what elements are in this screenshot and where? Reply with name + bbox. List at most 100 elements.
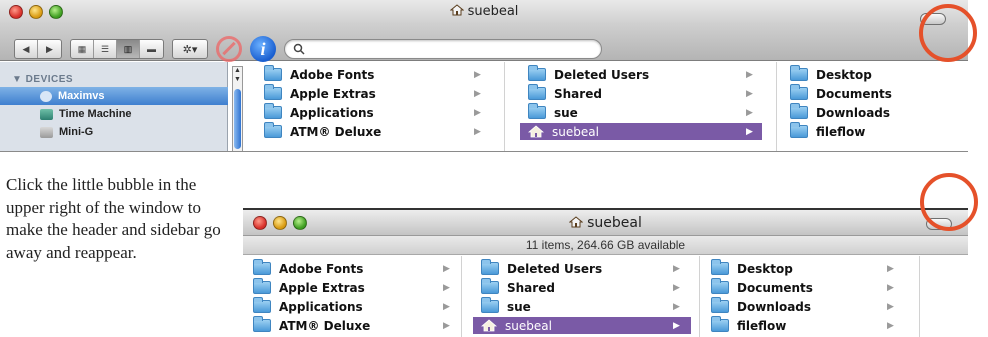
- title-bar: suebeal ◀ ▶ ▦ ☰ ▥ ▬ ✲▾ i: [0, 0, 968, 62]
- toolbar: ◀ ▶ ▦ ☰ ▥ ▬ ✲▾ i: [14, 36, 602, 62]
- item-label: Documents: [737, 280, 813, 295]
- column-divider[interactable]: [504, 62, 505, 151]
- item-label: Documents: [816, 86, 892, 101]
- forward-button[interactable]: ▶: [38, 40, 61, 58]
- sidebar-item-label: Time Machine: [59, 108, 132, 120]
- item-label: Adobe Fonts: [279, 261, 364, 276]
- item-label: fileflow: [816, 124, 866, 139]
- list-item[interactable]: Apple Extras ▶: [253, 278, 453, 296]
- disclosure-arrow-icon: ▶: [474, 107, 481, 118]
- list-item[interactable]: sue ▶: [520, 103, 762, 121]
- scroll-down-icon[interactable]: ▼: [234, 76, 241, 83]
- disclosure-arrow-icon: ▶: [746, 69, 753, 80]
- list-item[interactable]: Adobe Fonts ▶: [264, 65, 492, 83]
- disclosure-arrow-icon: ▶: [887, 263, 894, 274]
- window-title: suebeal: [0, 4, 968, 19]
- list-item[interactable]: Deleted Users ▶: [473, 259, 691, 277]
- folder-icon: [711, 278, 729, 294]
- folder-icon: [528, 65, 546, 81]
- sidebar-scrollbar[interactable]: ▲ ▼: [232, 66, 243, 151]
- disclosure-arrow-icon: ▶: [443, 301, 450, 312]
- search-icon: [293, 43, 305, 55]
- no-entry-icon[interactable]: [216, 36, 242, 62]
- search-field[interactable]: [284, 39, 602, 59]
- window-title-text: suebeal: [587, 215, 642, 231]
- computer-icon: [40, 126, 53, 138]
- list-item[interactable]: fileflow ▶: [711, 316, 901, 334]
- back-forward-control: ◀ ▶: [14, 39, 62, 59]
- list-item[interactable]: ATM® Deluxe ▶: [253, 316, 453, 334]
- item-label: Desktop: [816, 67, 872, 82]
- list-item-selected[interactable]: suebeal ▶: [520, 123, 762, 140]
- sidebar: ▼ DEVICES Maximvs Time Machine Mini-G: [0, 62, 228, 151]
- folder-icon: [528, 84, 546, 100]
- item-label: Apple Extras: [290, 86, 376, 101]
- list-item[interactable]: fileflow: [790, 122, 866, 140]
- back-button[interactable]: ◀: [15, 40, 38, 58]
- finder-window-with-toolbar: suebeal ◀ ▶ ▦ ☰ ▥ ▬ ✲▾ i ▼ DEVICES Maxim…: [0, 0, 968, 152]
- disclosure-arrow-icon: ▶: [746, 88, 753, 99]
- list-item[interactable]: Documents: [790, 84, 892, 102]
- home-icon: [569, 216, 584, 228]
- column-view-button[interactable]: ▥: [117, 40, 140, 58]
- action-menu-button[interactable]: ✲▾: [172, 39, 208, 59]
- list-item[interactable]: sue ▶: [473, 297, 691, 315]
- sidebar-item-maximvs[interactable]: Maximvs: [0, 87, 228, 105]
- sidebar-header-devices: ▼ DEVICES: [12, 74, 74, 85]
- item-label: Apple Extras: [279, 280, 365, 295]
- list-item[interactable]: Applications ▶: [264, 103, 492, 121]
- folder-icon: [790, 122, 808, 138]
- disclosure-arrow-icon: ▶: [673, 263, 680, 274]
- column-divider[interactable]: [699, 256, 700, 337]
- instruction-caption: Click the little bubble in the upper rig…: [6, 175, 221, 262]
- item-label: Applications: [279, 299, 363, 314]
- folder-icon: [711, 259, 729, 275]
- list-item[interactable]: Applications ▶: [253, 297, 453, 315]
- cover-flow-button[interactable]: ▬: [140, 40, 163, 58]
- folder-icon: [790, 65, 808, 81]
- column-divider[interactable]: [461, 256, 462, 337]
- sidebar-item-label: Maximvs: [58, 90, 105, 102]
- item-label: suebeal: [505, 318, 552, 333]
- info-button[interactable]: i: [250, 36, 276, 62]
- sidebar-item-time-machine[interactable]: Time Machine: [0, 105, 228, 123]
- item-label: Desktop: [737, 261, 793, 276]
- scroll-up-icon[interactable]: ▲: [234, 67, 241, 74]
- highlight-circle: [919, 4, 977, 62]
- item-label: Deleted Users: [507, 261, 603, 276]
- list-item[interactable]: Documents ▶: [711, 278, 901, 296]
- list-item[interactable]: Shared ▶: [520, 84, 762, 102]
- list-item[interactable]: Desktop: [790, 65, 872, 83]
- sidebar-item-mini-g[interactable]: Mini-G: [0, 123, 228, 141]
- item-label: sue: [507, 299, 531, 314]
- item-label: sue: [554, 105, 578, 120]
- list-item[interactable]: Deleted Users ▶: [520, 65, 762, 83]
- list-item[interactable]: Apple Extras ▶: [264, 84, 492, 102]
- disclosure-arrow-icon: ▶: [443, 320, 450, 331]
- disclosure-arrow-icon: ▶: [474, 126, 481, 137]
- list-item[interactable]: ATM® Deluxe ▶: [264, 122, 492, 140]
- scroll-thumb[interactable]: [234, 89, 241, 149]
- item-label: Deleted Users: [554, 67, 650, 82]
- home-icon: [528, 125, 544, 138]
- sidebar-item-label: Mini-G: [59, 126, 94, 138]
- item-label: suebeal: [552, 124, 599, 139]
- item-label: ATM® Deluxe: [290, 124, 382, 139]
- list-view-button[interactable]: ☰: [94, 40, 117, 58]
- folder-icon: [264, 122, 282, 138]
- time-machine-icon: [40, 108, 53, 120]
- list-item-selected[interactable]: suebeal ▶: [473, 317, 691, 334]
- title-bar: suebeal: [243, 210, 968, 236]
- column-divider[interactable]: [919, 256, 920, 337]
- item-label: Downloads: [737, 299, 812, 314]
- list-item[interactable]: Desktop ▶: [711, 259, 901, 277]
- disclosure-arrow-icon: ▶: [746, 107, 753, 118]
- list-item[interactable]: Adobe Fonts ▶: [253, 259, 453, 277]
- list-item[interactable]: Downloads: [790, 103, 890, 121]
- item-label: Shared: [507, 280, 555, 295]
- list-item[interactable]: Downloads ▶: [711, 297, 901, 315]
- status-bar: 11 items, 264.66 GB available: [243, 236, 968, 255]
- icon-view-button[interactable]: ▦: [71, 40, 94, 58]
- list-item[interactable]: Shared ▶: [473, 278, 691, 296]
- column-divider[interactable]: [776, 62, 777, 151]
